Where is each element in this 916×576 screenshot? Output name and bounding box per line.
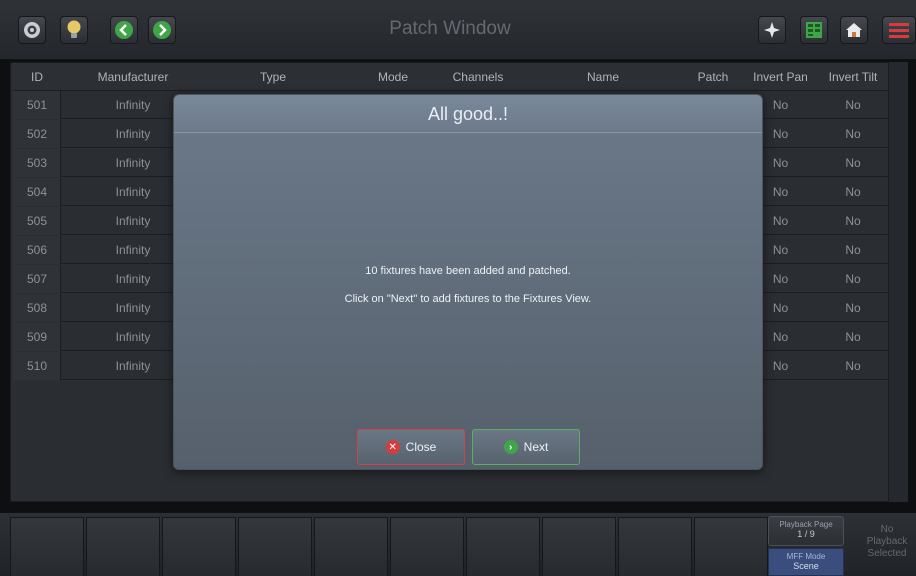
manufacturer-cell: Infinity: [115, 272, 151, 286]
window-title: Patch Window: [389, 18, 511, 39]
mff-mode-button[interactable]: MFF Mode Scene: [768, 548, 844, 576]
grid-view-button[interactable]: [800, 16, 828, 44]
playback-page-label: Playback Page: [779, 520, 833, 529]
table-header: ID Manufacturer Type Mode Channels Name …: [13, 63, 889, 91]
manufacturer-cell: Infinity: [115, 301, 151, 315]
invert-tilt-cell: No: [845, 127, 861, 141]
id-cell: 505: [13, 207, 61, 235]
column-header-id[interactable]: ID: [13, 70, 61, 84]
playback-slot[interactable]: [10, 517, 84, 576]
id-cell: 508: [13, 294, 61, 322]
dialog-title: All good..!: [427, 104, 509, 124]
id-cell: 501: [13, 91, 61, 119]
mff-mode-label: MFF Mode: [786, 552, 826, 561]
home-icon: [841, 17, 867, 43]
grid-view-icon: [801, 17, 827, 43]
column-header-mode[interactable]: Mode: [363, 70, 423, 84]
playback-slot[interactable]: [466, 517, 540, 576]
next-button-label: Next: [523, 440, 549, 454]
close-button[interactable]: ✕ Close: [357, 429, 465, 465]
lightbulb-icon: [61, 17, 87, 43]
back-arrow-icon: [111, 17, 137, 43]
next-button[interactable]: › Next: [472, 429, 580, 465]
id-cell: 507: [13, 265, 61, 293]
close-button-label: Close: [405, 440, 437, 454]
dialog-message-line1: 10 fixtures have been added and patched.: [365, 265, 571, 277]
home-button[interactable]: [840, 16, 868, 44]
manufacturer-cell: Infinity: [115, 185, 151, 199]
column-header-patch[interactable]: Patch: [688, 70, 738, 84]
invert-tilt-cell: No: [845, 243, 861, 257]
menu-button[interactable]: [882, 16, 916, 44]
column-header-type[interactable]: Type: [233, 70, 313, 84]
playback-slot[interactable]: [694, 517, 768, 576]
column-header-manufacturer[interactable]: Manufacturer: [83, 70, 183, 84]
forward-arrow-icon: [149, 17, 175, 43]
playback-slot[interactable]: [618, 517, 692, 576]
playback-slot[interactable]: [238, 517, 312, 576]
column-header-invert-pan[interactable]: Invert Pan: [748, 70, 813, 84]
column-header-invert-tilt[interactable]: Invert Tilt: [818, 70, 888, 84]
no-playback-selected-text: No Playback Selected: [866, 524, 908, 559]
forward-button[interactable]: [148, 16, 176, 44]
sparkle-button[interactable]: [758, 16, 786, 44]
playback-page-value: 1 / 9: [797, 529, 815, 539]
back-button[interactable]: [110, 16, 138, 44]
eye-button[interactable]: [18, 16, 46, 44]
invert-tilt-cell: No: [845, 156, 861, 170]
invert-tilt-cell: No: [845, 359, 861, 373]
next-arrow-icon: ›: [503, 440, 518, 454]
manufacturer-cell: Infinity: [115, 243, 151, 257]
playback-slot[interactable]: [390, 517, 464, 576]
invert-tilt-cell: No: [845, 330, 861, 344]
sparkle-icon: [759, 17, 785, 43]
mff-mode-value: Scene: [793, 561, 819, 571]
invert-tilt-cell: No: [845, 272, 861, 286]
lightbulb-button[interactable]: [60, 16, 88, 44]
manufacturer-cell: Infinity: [115, 359, 151, 373]
id-cell: 509: [13, 323, 61, 351]
column-header-name[interactable]: Name: [563, 70, 643, 84]
playback-slot[interactable]: [162, 517, 236, 576]
success-dialog: All good..! 10 fixtures have been added …: [173, 94, 763, 470]
manufacturer-cell: Infinity: [115, 98, 151, 112]
eye-icon: [19, 17, 45, 43]
vertical-scrollbar[interactable]: [888, 62, 908, 502]
playback-page-button[interactable]: Playback Page 1 / 9: [768, 516, 844, 546]
top-toolbar: Patch Window: [0, 0, 916, 60]
playback-slot[interactable]: [542, 517, 616, 576]
id-cell: 503: [13, 149, 61, 177]
id-cell: 504: [13, 178, 61, 206]
playback-slot[interactable]: [86, 517, 160, 576]
invert-tilt-cell: No: [845, 301, 861, 315]
manufacturer-cell: Infinity: [115, 127, 151, 141]
menu-icon: [883, 17, 915, 43]
close-icon: ✕: [385, 440, 400, 454]
id-cell: 502: [13, 120, 61, 148]
column-header-channels[interactable]: Channels: [443, 70, 513, 84]
invert-tilt-cell: No: [845, 185, 861, 199]
invert-tilt-cell: No: [845, 98, 861, 112]
playback-slot[interactable]: [314, 517, 388, 576]
id-cell: 510: [13, 352, 61, 380]
dialog-header: All good..!: [174, 95, 762, 133]
manufacturer-cell: Infinity: [115, 330, 151, 344]
id-cell: 506: [13, 236, 61, 264]
manufacturer-cell: Infinity: [115, 156, 151, 170]
manufacturer-cell: Infinity: [115, 214, 151, 228]
dialog-message-line2: Click on "Next" to add fixtures to the F…: [344, 293, 592, 305]
invert-tilt-cell: No: [845, 214, 861, 228]
